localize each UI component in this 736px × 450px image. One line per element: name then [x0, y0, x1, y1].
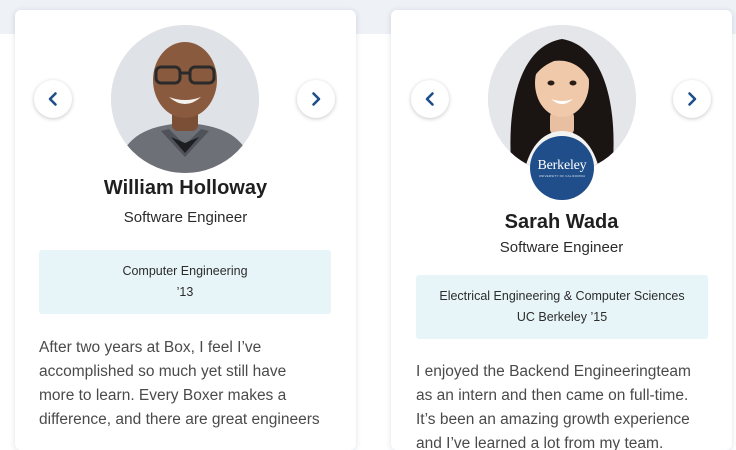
- testimonial-quote: After two years at Box, I feel I’ve acco…: [39, 336, 349, 432]
- previous-button[interactable]: [411, 80, 449, 118]
- employee-role: Software Engineer: [123, 209, 248, 226]
- university-badge: Berkeley UNIVERSITY OF CALIFORNIA: [530, 136, 594, 200]
- chevron-left-icon: [48, 92, 57, 106]
- university-badge-logo-text: Berkeley: [537, 157, 587, 173]
- quote-line: difference, and there are great engineer…: [39, 411, 320, 428]
- testimonial-quote: I enjoyed the Backend Engineeringteam as…: [416, 360, 726, 450]
- university-badge-subtext: UNIVERSITY OF CALIFORNIA: [538, 173, 586, 178]
- employee-name: William Holloway: [103, 177, 268, 199]
- quote-line: and I’ve learned a lot from my team.: [416, 435, 664, 450]
- quote-line: accomplished so much yet still have: [39, 363, 287, 380]
- education-year: ’13: [176, 285, 194, 299]
- quote-line: more to learn. Every Boxer makes a: [39, 387, 287, 404]
- quote-line: I enjoyed the Backend Engineeringteam: [416, 363, 691, 380]
- previous-button[interactable]: [34, 80, 72, 118]
- chevron-right-icon: [312, 92, 321, 106]
- education-panel: Computer Engineering ’13: [39, 250, 331, 314]
- quote-line: After two years at Box, I feel I’ve: [39, 339, 262, 356]
- quote-line: It’s been an amazing growth experience: [416, 411, 690, 428]
- next-button[interactable]: [297, 80, 335, 118]
- quote-line: as an intern and then came on full-time.: [416, 387, 689, 404]
- employee-role: Software Engineer: [499, 239, 624, 256]
- avatar-william-holloway: [111, 25, 259, 173]
- testimonial-card-sarah: Berkeley UNIVERSITY OF CALIFORNIA Sarah …: [391, 10, 732, 450]
- chevron-right-icon: [688, 92, 697, 106]
- testimonial-card-william: William Holloway Software Engineer Compu…: [15, 10, 356, 450]
- education-year: UC Berkeley ’15: [516, 310, 608, 324]
- employee-name: Sarah Wada: [504, 211, 619, 233]
- education-panel: Electrical Engineering & Computer Scienc…: [416, 275, 708, 339]
- education-degree: Electrical Engineering & Computer Scienc…: [439, 289, 685, 303]
- next-button[interactable]: [673, 80, 711, 118]
- chevron-left-icon: [425, 92, 434, 106]
- education-degree: Computer Engineering: [122, 264, 248, 278]
